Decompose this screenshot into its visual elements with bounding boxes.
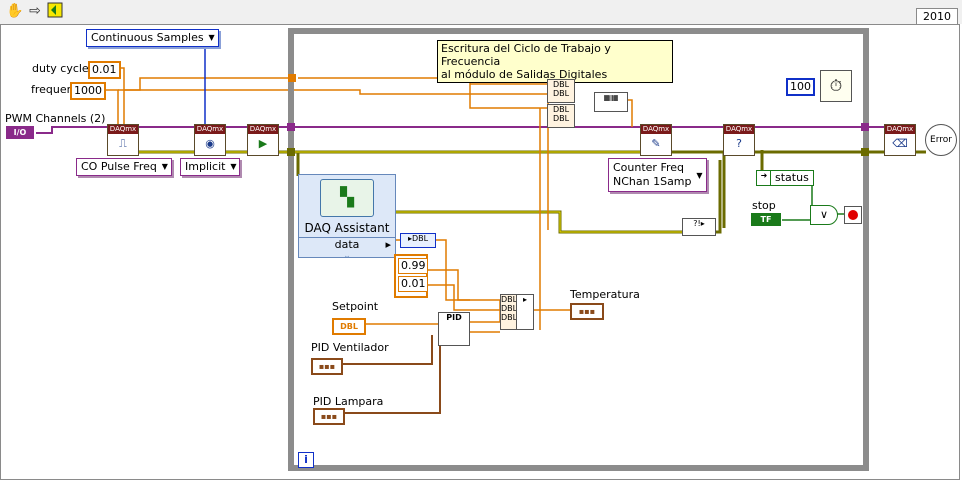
eraser-icon: ⌫	[892, 137, 908, 150]
upper-limit-value[interactable]: 0.99	[398, 258, 428, 274]
shift-register-left	[288, 74, 296, 82]
daqmx-header: DAQmx	[641, 125, 671, 134]
continuous-samples-ring[interactable]: Continuous Samples ▼	[86, 29, 219, 47]
setpoint-terminal[interactable]: DBL	[332, 318, 366, 335]
duty-cycle-constant[interactable]: 0.01	[88, 61, 121, 79]
daq-assistant-output-row[interactable]: data ▸	[299, 237, 395, 251]
daqmx-header: DAQmx	[108, 125, 138, 134]
daqmx-header: DAQmx	[885, 125, 915, 134]
question-icon: ?	[736, 137, 742, 150]
loop-stop-icon[interactable]	[844, 206, 862, 224]
continuous-samples-label: Continuous Samples	[91, 31, 204, 44]
daqmx-is-task-done[interactable]: DAQmx ?	[723, 124, 755, 156]
loop-iteration-icon: i	[298, 452, 314, 468]
version-tab[interactable]: 2010	[916, 8, 958, 25]
arrow-icon[interactable]: ⇨	[26, 2, 44, 20]
status-element[interactable]: status	[770, 170, 814, 186]
toolbar: ✋ ⇨ 2010	[0, 0, 962, 25]
pulse-icon: ⎍	[119, 137, 127, 150]
array-concat-node[interactable]: ▦▦	[594, 92, 628, 112]
dropdown-arrow-icon: ▼	[208, 33, 215, 42]
tunnel-error-out	[861, 148, 869, 156]
output-arrow-icon: ▸	[385, 238, 391, 251]
stop-label: stop	[752, 199, 776, 212]
hand-icon[interactable]: ✋	[6, 2, 24, 20]
duty-cycle-label: duty cycle	[32, 62, 89, 75]
daqmx-create-channel[interactable]: DAQmx ⎍	[107, 124, 139, 156]
counter-freq-line-1: Counter Freq	[613, 161, 685, 174]
co-pulse-freq-label: CO Pulse Freq	[81, 160, 157, 173]
pid-ventilador-terminal[interactable]: ▪▪▪	[311, 358, 343, 375]
daqmx-start-task[interactable]: DAQmx ▶	[247, 124, 279, 156]
pid-lampara-terminal[interactable]: ▪▪▪	[313, 408, 345, 425]
stop-terminal[interactable]: TF	[751, 213, 781, 226]
run-icon[interactable]	[46, 2, 64, 20]
or-gate-icon[interactable]: ∨	[810, 205, 838, 225]
write-icon: ✎	[651, 137, 661, 150]
daqmx-header: DAQmx	[195, 125, 225, 134]
start-icon: ▶	[258, 137, 268, 150]
counter-freq-ring[interactable]: Counter Freq NChan 1Samp ▼	[608, 158, 707, 192]
daq-assistant[interactable]: ▚ DAQ Assistant data ▸ ⌄	[298, 174, 396, 261]
tunnel-task-out	[861, 123, 869, 131]
temperatura-label: Temperatura	[570, 288, 640, 301]
daqmx-clear-task[interactable]: DAQmx ⌫	[884, 124, 916, 156]
convert-from-dynamic-data[interactable]: ▸DBL	[400, 233, 436, 248]
dropdown-arrow-icon: ▼	[161, 162, 168, 171]
counter-freq-line-2: NChan 1Samp	[613, 175, 692, 188]
tunnel-task-in	[287, 123, 295, 131]
daq-assistant-title: DAQ Assistant	[304, 221, 390, 235]
pid-lampara-label: PID Lampara	[313, 395, 384, 408]
comment-line-1: Escritura del Ciclo de Trabajo y Frecuen…	[441, 42, 611, 68]
error-handler-icon[interactable]: Error	[925, 124, 957, 156]
pwm-channels-terminal[interactable]: I/O	[6, 126, 34, 139]
dropdown-arrow-icon: ▼	[696, 171, 703, 180]
co-pulse-freq-ring[interactable]: CO Pulse Freq ▼	[76, 158, 172, 176]
pid-vi[interactable]: PID	[438, 312, 470, 346]
wait-ms-icon[interactable]: ⏱	[820, 70, 852, 102]
tunnel-error-in	[287, 148, 295, 156]
temperatura-indicator[interactable]: ▪▪▪	[570, 303, 604, 320]
daqmx-timing[interactable]: DAQmx ◉	[194, 124, 226, 156]
build-array-node-2[interactable]: DBL DBL	[547, 104, 575, 128]
frequency-constant[interactable]: 1000	[70, 82, 106, 100]
build-array-node-1[interactable]: DBL DBL	[547, 79, 575, 103]
daqmx-header: DAQmx	[248, 125, 278, 134]
wait-constant[interactable]: 100	[786, 78, 815, 96]
dropdown-arrow-icon: ▼	[230, 162, 237, 171]
limits-array-constant[interactable]: 0.99 0.01	[394, 254, 428, 298]
lower-limit-value[interactable]: 0.01	[398, 276, 428, 292]
clock-icon: ◉	[205, 137, 215, 150]
daq-assistant-icon: ▚	[320, 179, 374, 217]
implicit-ring[interactable]: Implicit ▼	[180, 158, 241, 176]
merge-errors-node[interactable]: ?!▸	[682, 218, 716, 236]
pwm-channels-label: PWM Channels (2)	[5, 112, 106, 125]
bundle-chart-node[interactable]: ▸	[516, 294, 534, 330]
daqmx-header: DAQmx	[724, 125, 754, 134]
daq-assistant-output-label: data	[334, 238, 360, 251]
comment-box[interactable]: Escritura del Ciclo de Trabajo y Frecuen…	[437, 40, 673, 83]
pid-ventilador-label: PID Ventilador	[311, 341, 389, 354]
expand-chevron-icon[interactable]: ⌄	[299, 251, 395, 261]
daqmx-write[interactable]: DAQmx ✎	[640, 124, 672, 156]
setpoint-label: Setpoint	[332, 300, 379, 313]
implicit-label: Implicit	[185, 160, 226, 173]
